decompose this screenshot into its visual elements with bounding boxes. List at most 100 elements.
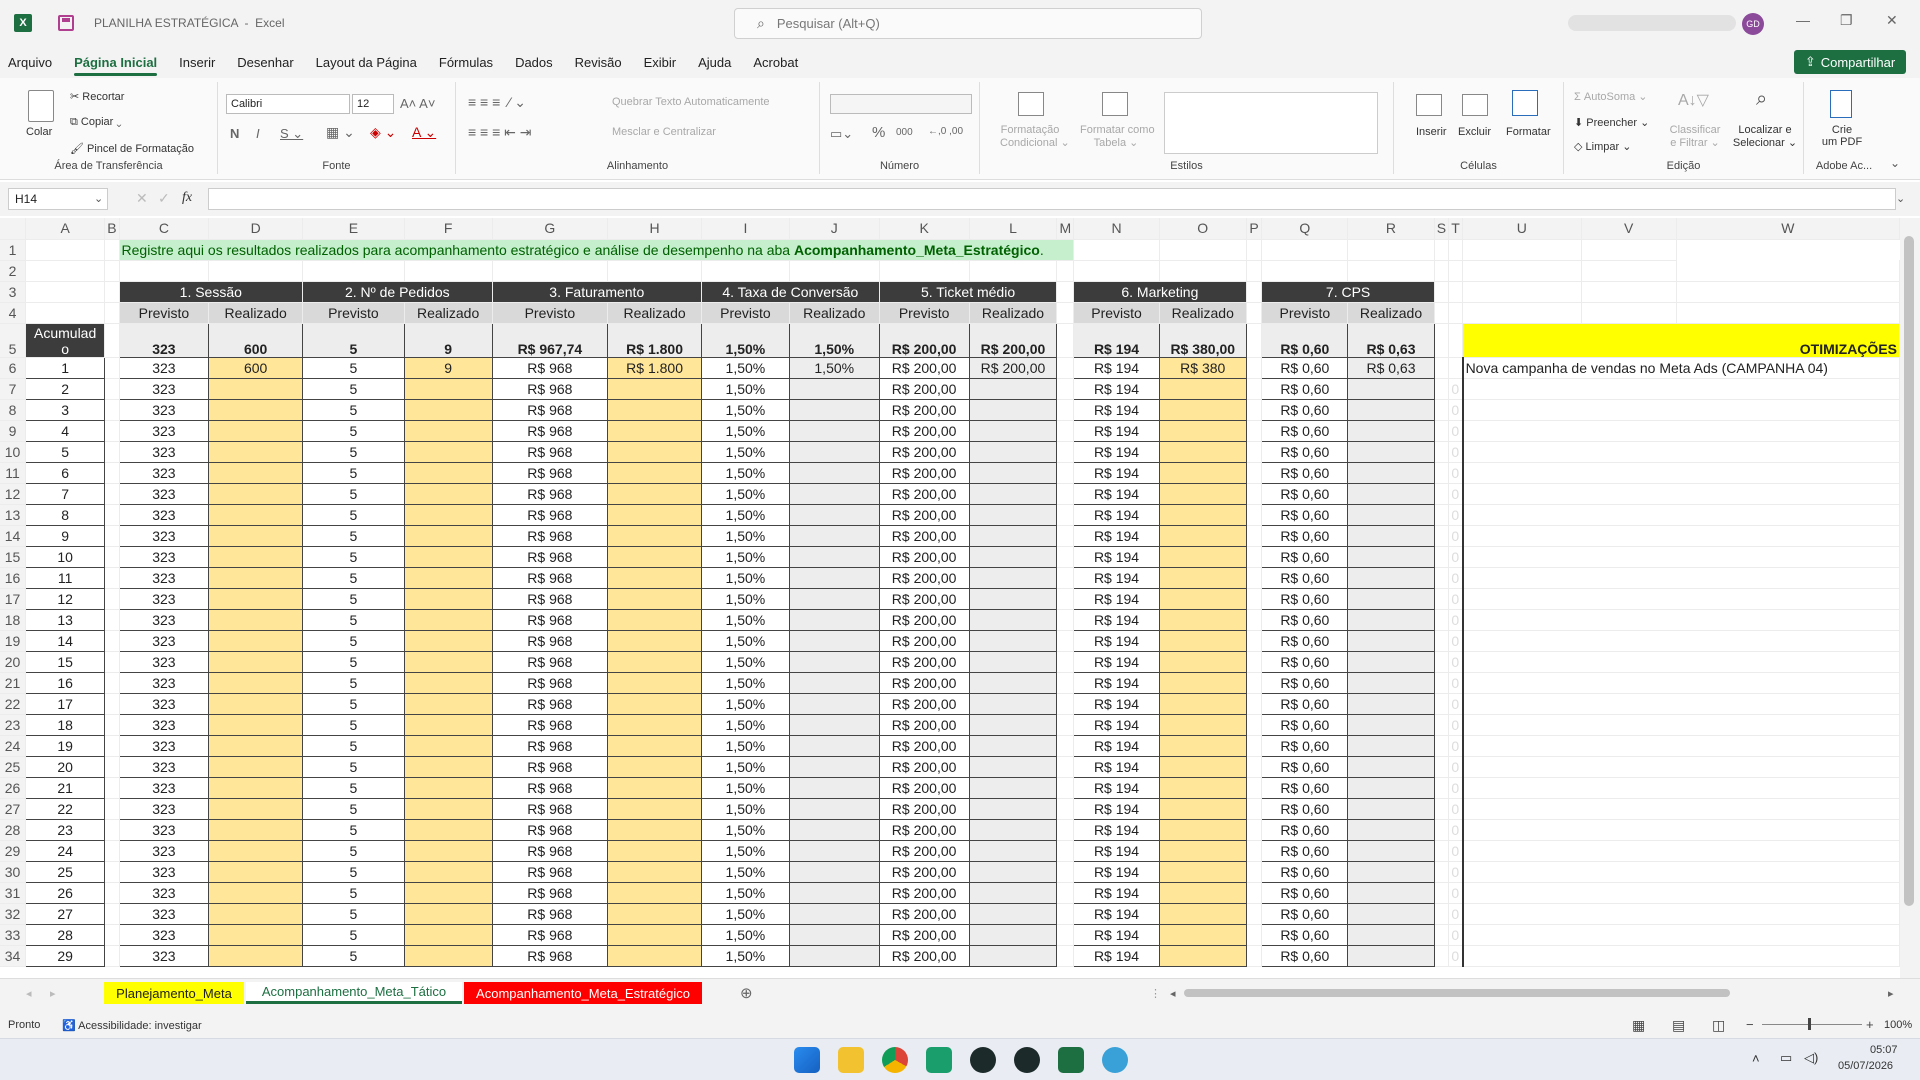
network-icon[interactable]: ▭	[1780, 1050, 1792, 1066]
cell[interactable]	[104, 882, 120, 904]
cps-realizado[interactable]	[1347, 629, 1435, 652]
delete-cells-button[interactable]: Excluir	[1458, 126, 1491, 138]
conversao-realizado[interactable]	[788, 461, 880, 484]
conversao-previsto[interactable]: 1,50%	[700, 608, 790, 631]
format-cells-button[interactable]: Formatar	[1506, 126, 1551, 138]
normal-view-icon[interactable]: ▦	[1632, 1017, 1645, 1034]
realizado-header[interactable]: Realizado	[1347, 301, 1435, 324]
ticket-realizado[interactable]	[968, 629, 1058, 652]
cumulative-value[interactable]: 1,50%	[700, 322, 790, 358]
conversao-previsto[interactable]: 1,50%	[700, 944, 790, 967]
pedidos-realizado[interactable]	[403, 503, 493, 526]
marketing-previsto[interactable]: R$ 194	[1073, 881, 1160, 904]
ticket-realizado[interactable]	[968, 587, 1058, 610]
pedidos-previsto[interactable]: 5	[302, 461, 405, 484]
day-number[interactable]: 20	[25, 755, 106, 778]
cps-realizado[interactable]	[1347, 776, 1435, 799]
ticket-previsto[interactable]: R$ 200,00	[878, 797, 970, 820]
conversao-previsto[interactable]: 1,50%	[700, 860, 790, 883]
ticket-previsto[interactable]: R$ 200,00	[878, 356, 970, 379]
ticket-realizado[interactable]	[968, 482, 1058, 505]
sessao-realizado[interactable]	[208, 860, 304, 883]
sessao-previsto[interactable]: 323	[118, 524, 210, 547]
marketing-previsto[interactable]: R$ 194	[1073, 860, 1160, 883]
ticket-realizado[interactable]	[968, 713, 1058, 736]
faturamento-previsto[interactable]: R$ 968	[491, 923, 609, 946]
column-header-u[interactable]: U	[1462, 218, 1582, 240]
sessao-previsto[interactable]: 323	[118, 398, 210, 421]
zero-value[interactable]: 0	[1448, 840, 1464, 862]
conversao-previsto[interactable]: 1,50%	[700, 461, 790, 484]
marketing-previsto[interactable]: R$ 194	[1073, 566, 1160, 589]
tab-acompanhamento-estrategico[interactable]: Acompanhamento_Meta_Estratégico	[464, 982, 702, 1004]
app-icon-1[interactable]	[926, 1047, 952, 1073]
cps-previsto[interactable]: R$ 0,60	[1261, 797, 1349, 820]
realizado-header[interactable]: Realizado	[788, 301, 880, 324]
cps-realizado[interactable]	[1347, 566, 1435, 589]
page-layout-icon[interactable]: ▤	[1672, 1017, 1685, 1034]
marketing-realizado[interactable]	[1158, 671, 1247, 694]
cell[interactable]	[1056, 420, 1075, 442]
menu-layout[interactable]: Layout da Página	[316, 55, 417, 70]
cell[interactable]	[1246, 735, 1263, 757]
faturamento-previsto[interactable]: R$ 968	[491, 650, 609, 673]
cps-previsto[interactable]: R$ 0,60	[1261, 713, 1349, 736]
cumulative-value[interactable]: R$ 380,00	[1158, 322, 1247, 358]
wrap-text-button[interactable]: Quebrar Texto Automaticamente	[612, 96, 770, 108]
faturamento-previsto[interactable]: R$ 968	[491, 608, 609, 631]
optimization-note[interactable]	[1461, 923, 1900, 946]
cps-realizado[interactable]	[1347, 881, 1435, 904]
zero-value[interactable]: 0	[1448, 441, 1464, 463]
cell[interactable]	[789, 260, 880, 282]
sessao-previsto[interactable]: 323	[118, 944, 210, 967]
copy-button[interactable]: ⧉ Copiar ⌄	[70, 116, 122, 129]
optimization-note[interactable]	[1461, 881, 1900, 904]
add-sheet-icon[interactable]: ⊕	[740, 984, 753, 1002]
faturamento-realizado[interactable]	[607, 797, 702, 820]
cell[interactable]	[302, 260, 405, 282]
column-header-j[interactable]: J	[789, 218, 880, 240]
faturamento-realizado[interactable]	[607, 839, 702, 862]
marketing-realizado[interactable]	[1158, 545, 1247, 568]
cps-realizado[interactable]	[1347, 461, 1435, 484]
excel-taskbar-icon[interactable]	[1058, 1047, 1084, 1073]
optimization-note[interactable]	[1461, 608, 1900, 631]
cell[interactable]	[1462, 260, 1582, 282]
row-header[interactable]: 13	[0, 504, 27, 526]
pedidos-realizado[interactable]	[403, 839, 493, 862]
marketing-previsto[interactable]: R$ 194	[1073, 587, 1160, 610]
cell[interactable]	[1056, 504, 1075, 526]
cps-realizado[interactable]	[1347, 671, 1435, 694]
cell[interactable]	[104, 323, 120, 358]
cell[interactable]	[1056, 840, 1075, 862]
cell[interactable]	[1246, 357, 1263, 379]
cell[interactable]	[1246, 693, 1263, 715]
ticket-previsto[interactable]: R$ 200,00	[878, 881, 970, 904]
column-header-i[interactable]: I	[701, 218, 790, 240]
pedidos-realizado[interactable]	[403, 671, 493, 694]
horizontal-scroll-thumb[interactable]	[1184, 989, 1730, 997]
cumulative-value[interactable]: R$ 0,63	[1347, 322, 1435, 358]
cps-realizado[interactable]	[1347, 482, 1435, 505]
sessao-realizado[interactable]	[208, 902, 304, 925]
cell[interactable]	[1434, 260, 1450, 282]
grow-font-icon[interactable]: A˄ A˅	[400, 96, 435, 111]
faturamento-realizado[interactable]	[607, 650, 702, 673]
row-header[interactable]: 11	[0, 462, 27, 484]
optimization-note[interactable]	[1461, 587, 1900, 610]
cell[interactable]	[1056, 378, 1075, 400]
sessao-previsto[interactable]: 323	[118, 671, 210, 694]
row-header[interactable]: 27	[0, 798, 27, 820]
conversao-previsto[interactable]: 1,50%	[700, 923, 790, 946]
section-pedidos[interactable]: 2. Nº de Pedidos	[302, 280, 493, 303]
pedidos-realizado[interactable]	[403, 440, 493, 463]
cut-button[interactable]: ✂ Recortar	[70, 90, 124, 103]
marketing-realizado[interactable]	[1158, 524, 1247, 547]
pedidos-realizado[interactable]	[403, 377, 493, 400]
cps-previsto[interactable]: R$ 0,60	[1261, 650, 1349, 673]
cell[interactable]	[1462, 302, 1582, 324]
faturamento-realizado[interactable]	[607, 545, 702, 568]
cell[interactable]	[1434, 323, 1450, 358]
ribbon-collapse-icon[interactable]: ⌄	[1890, 156, 1900, 170]
scroll-left-icon[interactable]: ◂	[1170, 987, 1176, 1000]
